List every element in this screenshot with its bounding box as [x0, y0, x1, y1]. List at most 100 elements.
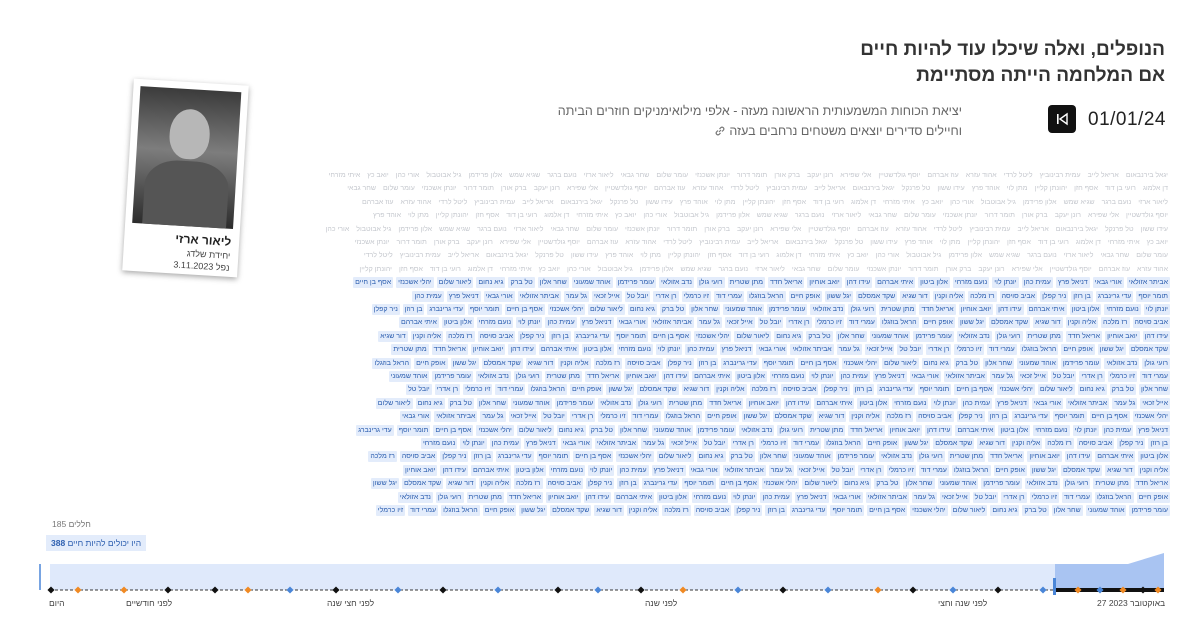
- alive-name-chip[interactable]: אוהד שמעוני: [723, 304, 764, 315]
- alive-name-chip[interactable]: שקד אמסלם: [637, 384, 679, 396]
- alive-name-chip[interactable]: דור שגיא: [681, 384, 712, 396]
- alive-name-chip[interactable]: אריאל חדד: [431, 344, 468, 356]
- alive-name-chip[interactable]: יהלי אשכנזי: [616, 451, 654, 463]
- alive-name-chip[interactable]: יונתן לוי: [588, 464, 615, 476]
- alive-name-chip[interactable]: אייל זכאי: [864, 344, 895, 356]
- alive-name-chip[interactable]: גל עמר: [641, 438, 667, 449]
- alive-name-chip[interactable]: אורי גבאי: [1092, 277, 1124, 289]
- timeline-slider[interactable]: [38, 548, 1168, 598]
- alive-name-chip[interactable]: גל עמר: [1112, 397, 1138, 409]
- alive-name-chip[interactable]: נדב אזולאי: [397, 491, 433, 503]
- fallen-name-chip[interactable]: נועם ברגר: [717, 264, 751, 275]
- fallen-name-chip[interactable]: אלון פרידמן: [638, 264, 676, 275]
- alive-name-chip[interactable]: ניר קפלן: [1117, 438, 1146, 449]
- fallen-name-chip[interactable]: נועם ברגר: [1100, 197, 1134, 208]
- alive-name-chip[interactable]: יהלי אשכנזי: [694, 330, 732, 342]
- alive-name-chip[interactable]: יובל טל: [701, 438, 728, 449]
- alive-name-chip[interactable]: עמית כהן: [685, 344, 717, 356]
- alive-name-chip[interactable]: אריאל חדד: [1065, 330, 1103, 342]
- alive-name-chip[interactable]: נדב אזולאי: [659, 277, 694, 289]
- alive-name-chip[interactable]: אוהד שמעוני: [652, 424, 693, 436]
- fallen-name-chip[interactable]: עוז אברהם: [855, 224, 890, 235]
- alive-name-chip[interactable]: אופק חיים: [865, 438, 900, 449]
- fallen-name-chip[interactable]: ליטל לרדי: [436, 197, 469, 208]
- fallen-name-chip[interactable]: שחר גבאי: [619, 170, 652, 181]
- alive-name-chip[interactable]: רועי גולן: [1062, 478, 1091, 490]
- alive-name-chip[interactable]: עומר פרידמן: [1060, 357, 1102, 369]
- alive-name-chip[interactable]: עידו דהן: [844, 277, 873, 289]
- alive-name-chip[interactable]: אליה וקנין: [932, 290, 966, 302]
- alive-name-chip[interactable]: אלון ביטון: [857, 397, 890, 409]
- fallen-name-chip[interactable]: איתי מזרחי: [1106, 237, 1142, 248]
- fallen-name-chip[interactable]: ליאור ארזי: [582, 170, 616, 181]
- fallen-name-chip[interactable]: אוהד פרץ: [371, 210, 403, 221]
- fallen-name-chip[interactable]: עומר שלום: [381, 183, 417, 194]
- alive-name-chip[interactable]: אלון ביטון: [918, 277, 950, 289]
- alive-name-chip[interactable]: בן רוזן: [1071, 290, 1093, 302]
- alive-name-chip[interactable]: יובל טל: [897, 344, 924, 356]
- alive-name-chip[interactable]: דניאל פרץ: [872, 371, 907, 382]
- alive-name-chip[interactable]: זיו כרמלי: [598, 411, 628, 423]
- fallen-name-chip[interactable]: ברק אורן: [432, 237, 462, 248]
- fallen-name-chip[interactable]: שחר גבאי: [790, 264, 823, 275]
- fallen-name-chip[interactable]: עומר שלום: [826, 264, 862, 275]
- alive-name-chip[interactable]: טל ברק: [508, 277, 535, 289]
- fallen-name-chip[interactable]: אלי שפירא: [768, 224, 803, 235]
- alive-name-chip[interactable]: אוהד שמעוני: [937, 478, 979, 490]
- fallen-name-chip[interactable]: שחר גבאי: [549, 224, 582, 235]
- alive-name-chip[interactable]: אליה וקנין: [1009, 438, 1043, 449]
- fallen-name-chip[interactable]: מתן לוי: [406, 210, 431, 221]
- fallen-name-chip[interactable]: גיל אבוטבול: [354, 224, 393, 235]
- alive-name-chip[interactable]: אביב סויסה: [916, 411, 954, 423]
- fallen-name-chip[interactable]: יגאל בירנבאום: [484, 250, 530, 261]
- alive-name-chip[interactable]: מתן שטרית: [1093, 478, 1131, 490]
- alive-name-chip[interactable]: עדי גרינברג: [789, 505, 828, 516]
- alive-name-chip[interactable]: זיו כרמלי: [954, 344, 984, 356]
- alive-name-chip[interactable]: גל עמר: [563, 290, 589, 302]
- alive-name-chip[interactable]: אביתר אזולאי: [434, 411, 478, 423]
- alive-name-chip[interactable]: מתן שטרית: [879, 304, 917, 315]
- alive-name-chip[interactable]: דניאל פרץ: [579, 317, 614, 329]
- alive-name-chip[interactable]: אורי גבאי: [688, 464, 720, 476]
- fallen-name-chip[interactable]: ברק אורן: [1020, 210, 1050, 221]
- alive-name-chip[interactable]: דור שגיא: [594, 505, 624, 516]
- alive-name-chip[interactable]: יונתן לוי: [516, 317, 543, 329]
- alive-name-chip[interactable]: יהלי אשכנזי: [997, 384, 1035, 396]
- alive-name-chip[interactable]: בן רוזן: [402, 304, 425, 315]
- alive-name-chip[interactable]: אלון ביטון: [657, 491, 689, 503]
- alive-name-chip[interactable]: שקד אמסלם: [481, 357, 523, 369]
- alive-name-chip[interactable]: יונתן לוי: [809, 371, 836, 382]
- alive-name-chip[interactable]: דור שגיא: [446, 478, 476, 490]
- fallen-name-chip[interactable]: ברק אורן: [944, 264, 974, 275]
- fallen-name-chip[interactable]: יהונתן קליין: [434, 210, 471, 221]
- fallen-name-chip[interactable]: אהוד עזרא: [894, 224, 929, 235]
- alive-name-chip[interactable]: דניאל פרץ: [995, 397, 1029, 409]
- alive-name-chip[interactable]: זיו כרמלי: [1029, 491, 1059, 503]
- alive-name-chip[interactable]: עמרי דוד: [1140, 371, 1170, 382]
- fallen-name-chip[interactable]: רועי בן דוד: [811, 197, 846, 208]
- alive-name-chip[interactable]: אריאל חדד: [988, 451, 1025, 463]
- alive-name-chip[interactable]: רועי גולן: [636, 397, 664, 409]
- alive-name-chip[interactable]: יהלי אשכנזי: [841, 357, 879, 369]
- fallen-name-chip[interactable]: אלי שפירא: [838, 170, 873, 181]
- alive-name-chip[interactable]: איתי אברהם: [692, 371, 733, 382]
- alive-name-chip[interactable]: יהלי אשכנזי: [547, 304, 586, 315]
- fallen-name-chip[interactable]: תומר דרור: [983, 210, 1017, 221]
- fallen-name-chip[interactable]: יוסף גולדשטיין: [806, 224, 852, 235]
- fallen-name-chip[interactable]: יהונתן קליין: [1033, 183, 1070, 194]
- alive-name-chip[interactable]: איתי אברהם: [614, 491, 655, 503]
- alive-name-chip[interactable]: אריאל חדד: [584, 371, 622, 382]
- fallen-name-chip[interactable]: תומר דרור: [735, 170, 769, 181]
- alive-name-chip[interactable]: עידו דהן: [1064, 451, 1093, 463]
- fallen-name-chip[interactable]: איתי מזרחי: [574, 210, 610, 221]
- alive-name-chip[interactable]: יואב אוחיון: [887, 424, 922, 436]
- alive-name-chip[interactable]: בן רוזן: [1148, 438, 1170, 449]
- alive-name-chip[interactable]: אופק חיים: [993, 464, 1027, 476]
- alive-name-chip[interactable]: איתי אברהם: [875, 277, 916, 289]
- fallen-name-chip[interactable]: עמית רבינוביץ: [472, 197, 517, 208]
- alive-name-chip[interactable]: אוהד שמעוני: [791, 451, 833, 463]
- alive-name-chip[interactable]: אביב סויסה: [545, 478, 583, 490]
- alive-name-chip[interactable]: תומר יוסף: [396, 424, 431, 436]
- alive-name-chip[interactable]: ליאור שלום: [436, 277, 474, 289]
- alive-name-chip[interactable]: יואב אוחיון: [746, 397, 781, 409]
